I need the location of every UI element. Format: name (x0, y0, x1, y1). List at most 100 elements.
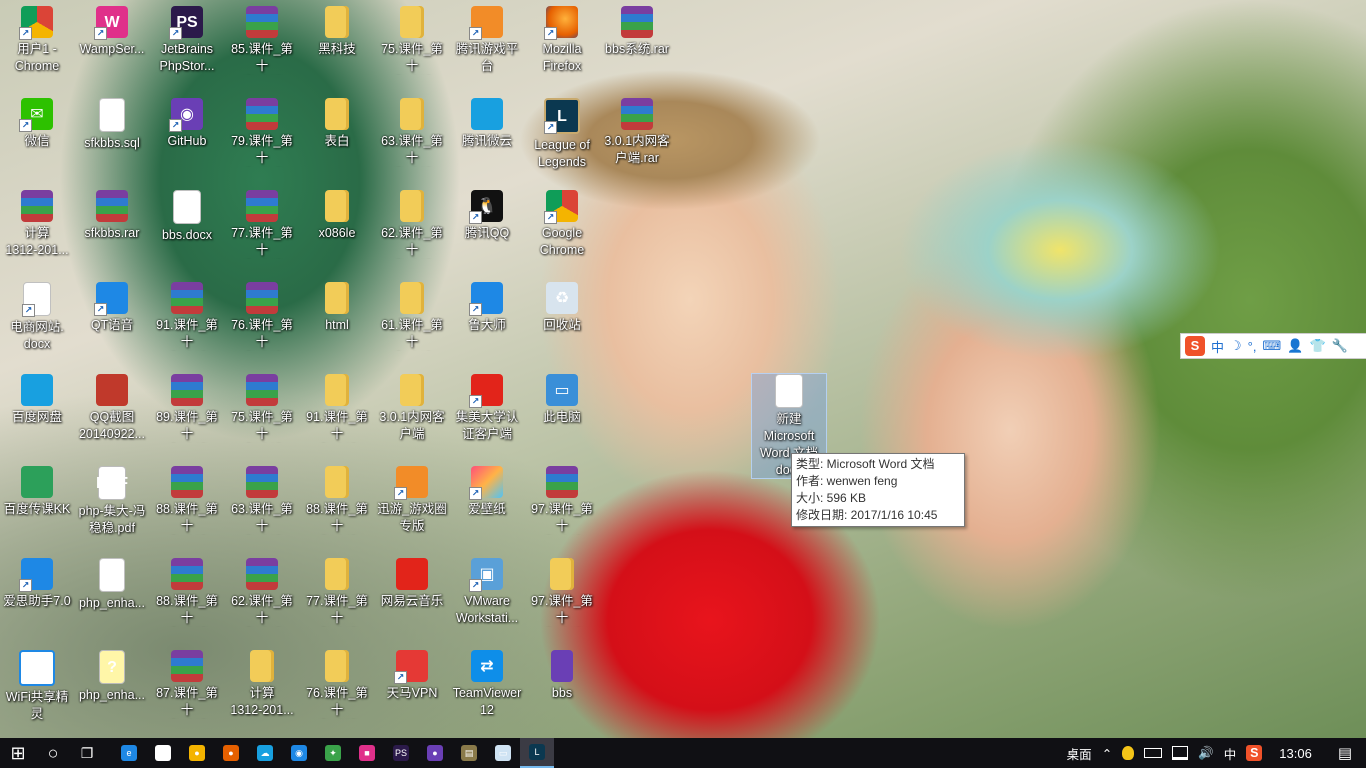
desktop-icon[interactable]: sfkbbs.rar (75, 190, 149, 242)
volume-icon[interactable]: 🔊 (1193, 746, 1219, 761)
taskbar-app-button[interactable]: L (520, 738, 554, 768)
desktop-icon[interactable]: 62.课件_第十 五章 小清... (225, 558, 299, 627)
desktop-icon[interactable]: bbs (525, 650, 599, 702)
desktop-icon[interactable]: 85.课件_第十 五章 小清... (225, 6, 299, 75)
taskbar-app-button[interactable]: ◉ (282, 738, 316, 768)
desktop-icon[interactable]: PDF php-集大-冯 稳稳.pdf (75, 466, 149, 537)
desktop-icon[interactable]: 63.课件_第十 五章 小清... (375, 98, 449, 167)
desktop-icon[interactable]: 97.课件_第十 五章 小清... (525, 466, 599, 535)
desktop-icon[interactable]: ↗ 用户1 - Chrome (0, 6, 74, 75)
desktop-icon[interactable]: ♻ 回收站 (525, 282, 599, 334)
desktop-icon[interactable]: 88.课件_第十 五章 小清... (300, 466, 374, 535)
desktop-icon[interactable]: ↗ 腾讯游戏平 台 (450, 6, 524, 75)
network-icon[interactable] (1167, 746, 1193, 760)
desktop-icon[interactable]: 62.课件_第十 五章 小清... (375, 190, 449, 259)
desktop-icon[interactable]: ↗ 爱壁纸 (450, 466, 524, 518)
desktop-icon[interactable]: ↗ 天马VPN (375, 650, 449, 702)
desktop-icon[interactable]: 76.课件_第十 五章 小清... (300, 650, 374, 719)
taskbar-app-button[interactable]: ✦ (316, 738, 350, 768)
desktop-icon[interactable]: ▣ ↗ VMware Workstati... (450, 558, 524, 627)
taskbar-app-button[interactable]: ● (180, 738, 214, 768)
desktop-icon[interactable]: 77.课件_第十 五章 小清... (225, 190, 299, 259)
taskbar-app-button[interactable]: ▤ (452, 738, 486, 768)
start-button[interactable]: ⊞ (0, 738, 36, 768)
desktop-icon[interactable]: sfkbbs.sql (75, 98, 149, 152)
search-button[interactable]: ○ (36, 738, 70, 768)
desktop-icon[interactable]: L ↗ League of Legends (525, 98, 599, 171)
desktop-icon[interactable]: ↗ 鲁大师 (450, 282, 524, 334)
desktop-icon[interactable]: ↗ Google Chrome (525, 190, 599, 259)
desktop-icon[interactable]: 63.课件_第十 五章 小清... (225, 466, 299, 535)
desktop-icon[interactable]: ↗ Mozilla Firefox (525, 6, 599, 75)
desktop-icon[interactable]: 79.课件_第十 五章 小清... (225, 98, 299, 167)
taskbar-app-button[interactable]: ▭ (486, 738, 520, 768)
desktop-icon[interactable]: ◉ ↗ GitHub (150, 98, 224, 150)
desktop-icon[interactable]: 88.课件_第十 五章 小清... (150, 558, 224, 627)
desktop-icon[interactable]: ✉ ↗ 微信 (0, 98, 74, 150)
desktop-icon[interactable]: ↗ 爱思助手7.0 (0, 558, 74, 610)
desktop-icon[interactable]: 百度传课KK (0, 466, 74, 518)
desktop-icon[interactable]: 黑科技 (300, 6, 374, 58)
ime-mode-toggle[interactable]: 中 (1211, 337, 1224, 356)
desktop-icon[interactable]: x086le (300, 190, 374, 242)
desktop-icon[interactable]: Wbbs.docx (150, 190, 224, 244)
taskbar-app-button[interactable]: ● (418, 738, 452, 768)
desktop-icon[interactable]: 计算 1312-201... (0, 190, 74, 259)
desktop-icon[interactable]: ? php_enha... (75, 650, 149, 704)
desktop-icon[interactable]: QQ截图 20140922... (75, 374, 149, 443)
desktop-icon[interactable]: 87.课件_第十 五章 小清... (150, 650, 224, 719)
desktop-icon[interactable]: 75.课件_第十 五章 小清... (225, 374, 299, 443)
sogou-tray-icon[interactable]: S (1241, 745, 1267, 761)
qq-tray-icon[interactable] (1117, 746, 1139, 760)
desktop-icon[interactable]: 77.课件_第十 五章 小清... (300, 558, 374, 627)
desktop-icon[interactable]: W ↗ WampSer... (75, 6, 149, 58)
desktop-icon[interactable]: ↗ 集美大学认 证客户端 (450, 374, 524, 443)
desktop-icon[interactable]: ▭ 此电脑 (525, 374, 599, 426)
desktop-icon[interactable]: 3.0.1内网客 户端.rar (600, 98, 674, 167)
desktop-icon[interactable]: PS ↗ JetBrains PhpStor... (150, 6, 224, 75)
skin-icon[interactable]: 👕 (1309, 338, 1325, 354)
desktop-icon[interactable]: ↗ 迅游_游戏圈 专版 (375, 466, 449, 535)
desktop-icon[interactable]: W ↗ 电商网站. docx (0, 282, 74, 353)
desktop-icon[interactable]: 91.课件_第十 五章 小清... (300, 374, 374, 443)
sogou-logo-icon[interactable]: S (1185, 336, 1205, 356)
punctuation-icon[interactable]: °, (1248, 339, 1257, 354)
desktop-icon[interactable]: 腾讯微云 (450, 98, 524, 150)
desktop-icon[interactable]: 97.课件_第十 五章 小清... (525, 558, 599, 627)
taskbar-app-button[interactable]: ☁ (248, 738, 282, 768)
keyboard-icon[interactable]: ⌨ (1262, 338, 1281, 354)
ime-indicator[interactable]: 中 (1219, 744, 1242, 763)
desktop-icon[interactable]: WiFi共享精 灵 (0, 650, 74, 723)
desktop-icon[interactable]: 76.课件_第十 五章 小清... (225, 282, 299, 351)
desktop-icon[interactable]: 网易云音乐 (375, 558, 449, 610)
desktop-icon[interactable]: 91.课件_第十 五章 小清... (150, 282, 224, 351)
desktop-icon[interactable]: 表白 (300, 98, 374, 150)
sogou-ime-toolbar[interactable]: S 中 ☽ °, ⌨ 👤 👕 🔧 (1180, 333, 1366, 359)
desktop-icon[interactable]: php_enha... (75, 558, 149, 612)
user-icon[interactable]: 👤 (1287, 338, 1303, 354)
desktop-icon[interactable]: 89.课件_第十 五章 小清... (150, 374, 224, 443)
desktop-icon[interactable]: html (300, 282, 374, 334)
desktop-icon[interactable]: ↗ QT语音 (75, 282, 149, 334)
clock-time[interactable]: 13:06 (1267, 746, 1324, 761)
chevron-up-icon[interactable]: ⌃ (1097, 746, 1117, 761)
taskbar-app-button[interactable]: e (112, 738, 146, 768)
desktop-icon[interactable]: 3.0.1内网客 户端 (375, 374, 449, 443)
desktop-icon[interactable]: 计算 1312-201... (225, 650, 299, 719)
taskbar-app-button[interactable]: ■ (350, 738, 384, 768)
battery-icon[interactable] (1139, 748, 1167, 758)
moon-icon[interactable]: ☽ (1230, 338, 1242, 354)
desktop-icon[interactable]: 61.课件_第十 五章 小清... (375, 282, 449, 351)
taskbar-app-button[interactable]: PS (384, 738, 418, 768)
wrench-icon[interactable]: 🔧 (1332, 338, 1348, 354)
taskbar-app-button[interactable]: ● (214, 738, 248, 768)
desktop-icon[interactable]: 百度网盘 (0, 374, 74, 426)
taskbar-app-button[interactable]: ▣ (146, 738, 180, 768)
desktop-toolbar-label[interactable]: 桌面 (1062, 744, 1097, 763)
desktop-icon[interactable]: 88.课件_第十 五章 小清... (150, 466, 224, 535)
desktop-icon[interactable]: ⇄ TeamViewer 12 (450, 650, 524, 719)
desktop-icon[interactable]: 75.课件_第十 五章 小清... (375, 6, 449, 75)
task-view-button[interactable]: ❐ (70, 738, 104, 768)
notification-center-icon[interactable]: ▤ (1324, 744, 1366, 762)
desktop-icon[interactable]: bbs系统.rar (600, 6, 674, 58)
